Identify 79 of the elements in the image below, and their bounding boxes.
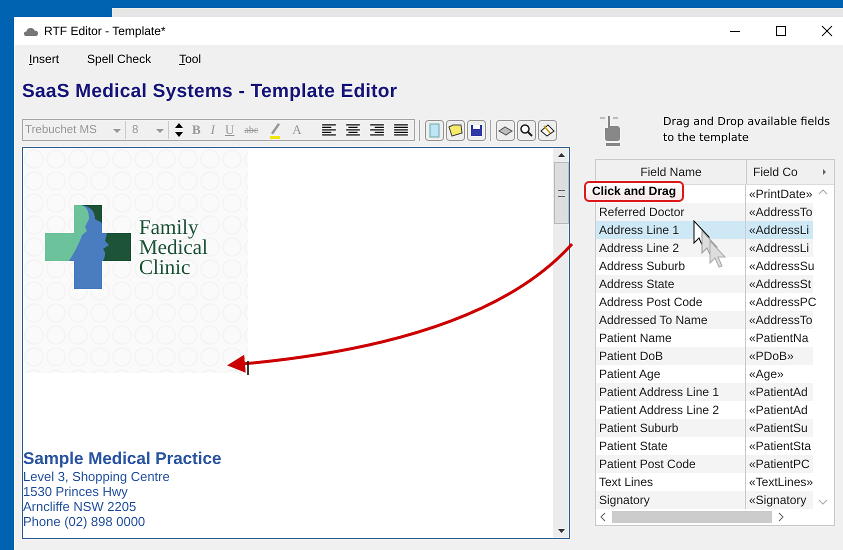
field-code: «AddressTo — [749, 313, 812, 327]
field-name: Text Lines — [599, 475, 654, 489]
logo-text: Family — [139, 216, 200, 236]
logo-text: Clinic — [139, 256, 192, 276]
field-code: «AddressLi — [749, 241, 810, 255]
field-name: Referred Doctor — [599, 205, 684, 219]
field-row[interactable]: Text Lines «TextLines» — [596, 473, 813, 491]
field-name: Address Post Code — [599, 295, 702, 309]
page-heading: SaaS Medical Systems - Template Editor — [22, 81, 398, 104]
column-header[interactable]: Field Co — [747, 160, 814, 184]
field-code: «TextLines» — [749, 475, 814, 489]
folder-icon[interactable] — [446, 120, 465, 140]
field-code: «PatientSta — [749, 439, 812, 453]
field-row[interactable]: Referred Doctor «AddressTo — [596, 203, 813, 221]
field-name: Patient Age — [599, 367, 660, 381]
window-title: RTF Editor - Template* — [44, 24, 166, 38]
field-row[interactable]: Addressed To Name «AddressTo — [596, 311, 813, 329]
field-name: Patient DoB — [599, 349, 664, 363]
field-name: Address Line 1 — [599, 223, 680, 237]
field-row[interactable]: Address Line 1 «AddressLi — [596, 221, 813, 239]
field-code: «Age» — [749, 367, 784, 381]
field-row[interactable]: Patient Post Code «PatientPC — [596, 455, 813, 473]
spell-check-icon[interactable] — [538, 120, 557, 140]
vertical-scrollbar[interactable] — [553, 148, 569, 538]
spin-icon[interactable] — [173, 121, 185, 139]
field-row[interactable]: Patient DoB «PDoB» — [596, 347, 813, 365]
address-line: Arncliffe NSW 2205 — [23, 499, 138, 514]
app-icon — [24, 26, 38, 36]
field-name: Patient Name — [599, 331, 672, 345]
field-code: «AddressTo — [749, 205, 812, 219]
practice-name: Sample Medical Practice — [23, 449, 222, 469]
menu-item[interactable]: Spell Check — [87, 52, 152, 66]
field-name: Patient State — [599, 439, 668, 453]
maximize-icon[interactable] — [775, 25, 787, 37]
field-row[interactable]: Address State «AddressSt — [596, 275, 813, 293]
align-icon[interactable] — [320, 123, 337, 137]
address-line: Level 3, Shopping Centre — [23, 469, 171, 484]
address-line: 1530 Princes Hwy — [23, 484, 129, 499]
save-icon[interactable] — [466, 120, 486, 140]
menu-item[interactable]: Insert — [29, 52, 60, 66]
field-name: Patient Address Line 1 — [599, 385, 720, 399]
field-name: Patient Post Code — [599, 457, 696, 471]
field-code: «AddressSt — [749, 277, 812, 291]
field-code: «PrintDate» — [749, 187, 812, 201]
field-code: «PatientPC — [749, 457, 810, 471]
instruction-text: Drag and Drop available fields to the template — [663, 114, 831, 146]
field-name: Addressed To Name — [599, 313, 708, 327]
field-row[interactable]: Patient Address Line 1 «PatientAd — [596, 383, 813, 401]
field-row[interactable]: Signatory «Signatory — [596, 491, 813, 509]
field-name: Address Suburb — [599, 259, 686, 273]
close-icon[interactable] — [821, 25, 833, 37]
field-name: Address Line 2 — [599, 241, 680, 255]
field-name: Signatory — [599, 493, 650, 507]
field-name: Patient Suburb — [599, 421, 678, 435]
field-code: «PDoB» — [749, 349, 794, 363]
text-cursor-icon — [247, 361, 249, 375]
field-code: «PatientNa — [749, 331, 808, 345]
field-row[interactable]: Address Line 2 «AddressLi — [596, 239, 813, 257]
align-icon[interactable] — [344, 123, 361, 137]
field-code: «PatientAd — [749, 403, 808, 417]
field-code: «AddressLi — [749, 223, 810, 237]
field-code: «PatientSu — [749, 421, 808, 435]
menu-item[interactable]: Tool — [179, 52, 202, 66]
field-row[interactable]: Patient Suburb «PatientSu — [596, 419, 813, 437]
field-code: «PatientAd — [749, 385, 808, 399]
field-name: Address State — [599, 277, 674, 291]
scroll-thumb[interactable] — [554, 162, 568, 224]
pointer-cursor-icon — [694, 220, 726, 268]
field-name: Patient Address Line 2 — [599, 403, 720, 417]
field-code: «AddressSu — [749, 259, 814, 273]
align-icon[interactable] — [368, 123, 385, 137]
hand-icon — [599, 114, 623, 146]
align-icon[interactable] — [392, 123, 409, 137]
field-row[interactable]: Address Suburb «AddressSu — [596, 257, 813, 275]
drag-tooltip: Click and Drag — [584, 181, 684, 202]
scroll-thumb[interactable] — [612, 511, 772, 523]
search-icon[interactable] — [516, 120, 536, 140]
address-line: Phone (02) 898 0000 — [23, 514, 146, 529]
field-code: «Signatory — [749, 493, 806, 507]
